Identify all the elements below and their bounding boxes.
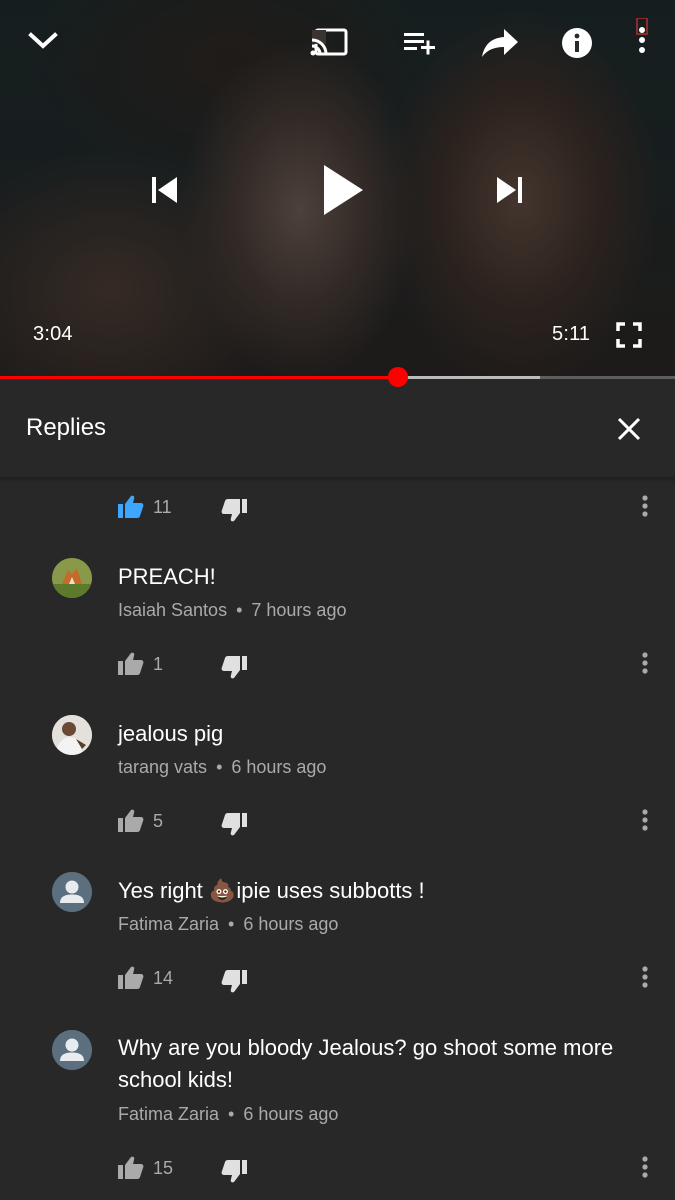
comment-time: 6 hours ago bbox=[231, 757, 327, 777]
avatar[interactable] bbox=[52, 558, 92, 598]
comment-more-icon[interactable] bbox=[641, 1155, 649, 1184]
comment-author[interactable]: tarang vats bbox=[118, 757, 207, 777]
comment-meta: Fatima Zaria • 6 hours ago bbox=[118, 1104, 338, 1125]
like-count: 1 bbox=[153, 654, 164, 674]
dislike-icon[interactable] bbox=[221, 1159, 248, 1189]
comment-time: 7 hours ago bbox=[251, 600, 347, 620]
comment-meta: Fatima Zaria • 6 hours ago bbox=[118, 914, 338, 935]
dislike-icon[interactable] bbox=[221, 969, 248, 999]
separator-dot: • bbox=[236, 600, 243, 620]
comment-action-row: 15 bbox=[0, 1151, 675, 1185]
duration-time: 5:11 bbox=[552, 323, 591, 345]
like-count: 15 bbox=[153, 1158, 174, 1178]
like-icon[interactable] bbox=[117, 494, 144, 524]
like-icon[interactable] bbox=[117, 1155, 144, 1185]
avatar[interactable] bbox=[52, 715, 92, 755]
comment-text: Yes right 💩ipie uses subbotts ! bbox=[118, 875, 638, 907]
comment-action-row: 5 bbox=[0, 804, 675, 838]
comment-author[interactable]: Fatima Zaria bbox=[118, 914, 219, 934]
like-count: 11 bbox=[153, 497, 172, 517]
more-options-icon[interactable] bbox=[628, 14, 656, 62]
like-icon[interactable] bbox=[117, 651, 144, 681]
comment-action-row: 14 bbox=[0, 961, 675, 995]
separator-dot: • bbox=[228, 914, 235, 934]
comment-text: jealous pig bbox=[118, 721, 224, 746]
comment-text: PREACH! bbox=[118, 564, 216, 589]
replies-header: Replies bbox=[0, 379, 675, 478]
comment-action-row: 1 bbox=[0, 647, 675, 681]
previous-track-icon[interactable] bbox=[144, 170, 184, 210]
pile-of-poo-emoji: 💩 bbox=[208, 878, 237, 903]
comment-text: Why are you bloody Jealous? go shoot som… bbox=[118, 1035, 614, 1092]
close-icon[interactable] bbox=[612, 412, 646, 446]
comment-meta: Isaiah Santos • 7 hours ago bbox=[118, 600, 346, 621]
share-icon[interactable] bbox=[478, 24, 522, 62]
default-avatar-icon[interactable] bbox=[52, 872, 92, 912]
comment-more-icon[interactable] bbox=[641, 965, 649, 994]
fullscreen-icon[interactable] bbox=[614, 320, 644, 350]
comment-author[interactable]: Isaiah Santos bbox=[118, 600, 227, 620]
comment-more-icon[interactable] bbox=[641, 808, 649, 837]
comment-author[interactable]: Fatima Zaria bbox=[118, 1104, 219, 1124]
like-icon[interactable] bbox=[117, 965, 144, 995]
play-icon[interactable] bbox=[314, 158, 370, 222]
like-icon[interactable] bbox=[117, 808, 144, 838]
info-icon[interactable] bbox=[558, 24, 596, 62]
comment-more-icon[interactable] bbox=[641, 494, 649, 523]
like-count: 5 bbox=[153, 811, 164, 831]
comment-time: 6 hours ago bbox=[243, 914, 339, 934]
next-track-icon[interactable] bbox=[490, 170, 530, 210]
comment-more-icon[interactable] bbox=[641, 651, 649, 680]
comment-text-part: Yes right bbox=[118, 878, 209, 903]
elapsed-time: 3:04 bbox=[33, 323, 73, 345]
minimize-chevron-down-icon[interactable] bbox=[24, 24, 62, 58]
video-player[interactable]: 3:04 5:11 bbox=[0, 0, 675, 379]
comment-text-part: ipie uses subbotts ! bbox=[236, 878, 425, 903]
reply-action-row: 11 bbox=[0, 490, 675, 524]
like-count: 14 bbox=[153, 968, 174, 988]
dislike-icon[interactable] bbox=[221, 498, 248, 528]
add-to-queue-icon[interactable] bbox=[400, 26, 440, 60]
dislike-icon[interactable] bbox=[221, 655, 248, 685]
comment-time: 6 hours ago bbox=[243, 1104, 339, 1124]
replies-title: Replies bbox=[26, 414, 107, 441]
separator-dot: • bbox=[216, 757, 223, 777]
cast-icon[interactable] bbox=[306, 24, 352, 62]
comment-meta: tarang vats • 6 hours ago bbox=[118, 757, 326, 778]
dislike-icon[interactable] bbox=[221, 812, 248, 842]
default-avatar-icon[interactable] bbox=[52, 1030, 92, 1070]
separator-dot: • bbox=[228, 1104, 235, 1124]
